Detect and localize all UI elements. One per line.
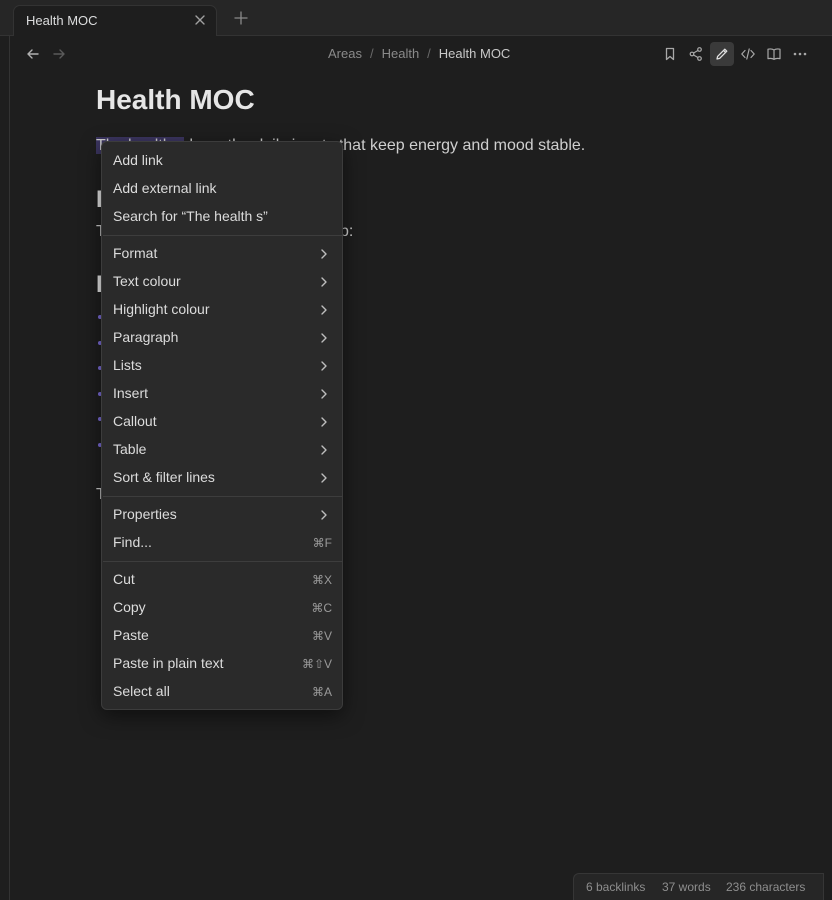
menu-item-label: Find...: [113, 534, 152, 550]
share-button[interactable]: [684, 42, 708, 66]
menu-item-paste-plain-text[interactable]: Paste in plain text ⌘⇧V: [106, 650, 340, 678]
book-open-icon: [767, 48, 781, 60]
breadcrumb-separator: /: [369, 46, 374, 61]
shortcut-hint: ⌘V: [311, 629, 332, 643]
menu-item-lists[interactable]: Lists: [106, 352, 340, 380]
code-icon: [741, 48, 755, 60]
menu-item-add-external-link[interactable]: Add external link: [106, 175, 340, 203]
arrow-right-icon: [53, 49, 65, 59]
menu-item-add-link[interactable]: Add link: [106, 147, 340, 175]
menu-item-find[interactable]: Find... ⌘F: [106, 529, 340, 557]
menu-item-label: Insert: [113, 385, 149, 401]
menu-item-table[interactable]: Table: [106, 436, 340, 464]
menu-item-label: Lists: [113, 357, 142, 373]
menu-item-insert[interactable]: Insert: [106, 380, 340, 408]
shortcut-hint: ⌘A: [311, 685, 332, 699]
share-icon: [689, 47, 702, 61]
menu-item-callout[interactable]: Callout: [106, 408, 340, 436]
menu-item-format[interactable]: Format: [106, 240, 340, 268]
reading-view-button[interactable]: [762, 42, 786, 66]
bookmark-button[interactable]: [658, 42, 682, 66]
chevron-right-icon: [321, 361, 327, 371]
menu-item-highlight-colour[interactable]: Highlight colour: [106, 296, 340, 324]
menu-separator: [103, 496, 343, 497]
chevron-right-icon: [321, 389, 327, 399]
menu-item-label: Search for “The health s”: [113, 208, 268, 224]
breadcrumb-health[interactable]: Health: [382, 46, 420, 61]
menu-item-label: Add link: [113, 152, 163, 168]
menu-item-select-all[interactable]: Select all ⌘A: [106, 678, 340, 706]
chevron-right-icon: [321, 445, 327, 455]
shortcut-hint: ⌘⇧V: [301, 657, 332, 671]
chevron-right-icon: [321, 305, 327, 315]
menu-item-label: Cut: [113, 571, 135, 587]
menu-item-paste[interactable]: Paste ⌘V: [106, 622, 340, 650]
menu-separator: [103, 561, 343, 562]
menu-item-text-colour[interactable]: Text colour: [106, 268, 340, 296]
more-horizontal-icon: [793, 52, 807, 56]
menu-item-label: Text colour: [113, 273, 181, 289]
menu-item-properties[interactable]: Properties: [106, 501, 340, 529]
tab-health-moc[interactable]: Health MOC: [13, 5, 217, 36]
menu-item-label: Callout: [113, 413, 157, 429]
menu-item-copy[interactable]: Copy ⌘C: [106, 594, 340, 622]
context-menu: Add link Add external link Search for “T…: [101, 141, 343, 710]
tab-title: Health MOC: [26, 13, 98, 28]
breadcrumb-separator: /: [427, 46, 431, 61]
chevron-right-icon: [321, 277, 327, 287]
menu-item-label: Copy: [113, 599, 146, 615]
menu-item-label: Add external link: [113, 180, 217, 196]
status-backlinks[interactable]: 6 backlinks: [586, 880, 645, 894]
menu-item-label: Paste in plain text: [113, 655, 224, 671]
chevron-right-icon: [321, 333, 327, 343]
chevron-right-icon: [321, 473, 327, 483]
sidebar-edge: [0, 36, 10, 900]
note-title[interactable]: Health MOC: [96, 84, 255, 116]
more-options-button[interactable]: [788, 42, 812, 66]
shortcut-hint: ⌘C: [311, 601, 332, 615]
menu-separator: [103, 235, 343, 236]
menu-item-label: Properties: [113, 506, 177, 522]
plus-icon[interactable]: [233, 10, 249, 26]
menu-item-label: Table: [113, 441, 147, 457]
status-bar: 6 backlinks 37 words 236 characters: [573, 873, 824, 900]
menu-item-cut[interactable]: Cut ⌘X: [106, 566, 340, 594]
breadcrumb-areas[interactable]: Areas: [328, 46, 362, 61]
status-word-count: 37 words: [662, 880, 711, 894]
breadcrumb: Areas / Health / Health MOC: [328, 46, 510, 61]
chevron-right-icon: [321, 510, 327, 520]
shortcut-hint: ⌘F: [312, 536, 332, 550]
close-icon[interactable]: [192, 12, 208, 28]
source-mode-button[interactable]: [736, 42, 760, 66]
forward-button[interactable]: [47, 42, 71, 66]
menu-item-label: Paragraph: [113, 329, 179, 345]
menu-item-label: Paste: [113, 627, 149, 643]
menu-item-label: Select all: [113, 683, 170, 699]
menu-item-sort-filter-lines[interactable]: Sort & filter lines: [106, 464, 340, 492]
shortcut-hint: ⌘X: [311, 573, 332, 587]
breadcrumb-current[interactable]: Health MOC: [439, 46, 511, 61]
tab-bar: Health MOC: [0, 0, 832, 36]
pencil-icon: [716, 48, 728, 60]
chevron-right-icon: [321, 249, 327, 259]
menu-item-search-for[interactable]: Search for “The health s”: [106, 203, 340, 231]
view-header: Areas / Health / Health MOC: [10, 36, 832, 72]
menu-item-label: Highlight colour: [113, 301, 210, 317]
arrow-left-icon: [27, 49, 39, 59]
status-character-count: 236 characters: [726, 880, 806, 894]
edit-mode-button[interactable]: [710, 42, 734, 66]
back-button[interactable]: [21, 42, 45, 66]
chevron-right-icon: [321, 417, 327, 427]
menu-item-label: Format: [113, 245, 158, 261]
menu-item-paragraph[interactable]: Paragraph: [106, 324, 340, 352]
bookmark-icon: [665, 47, 675, 61]
menu-item-label: Sort & filter lines: [113, 469, 215, 485]
